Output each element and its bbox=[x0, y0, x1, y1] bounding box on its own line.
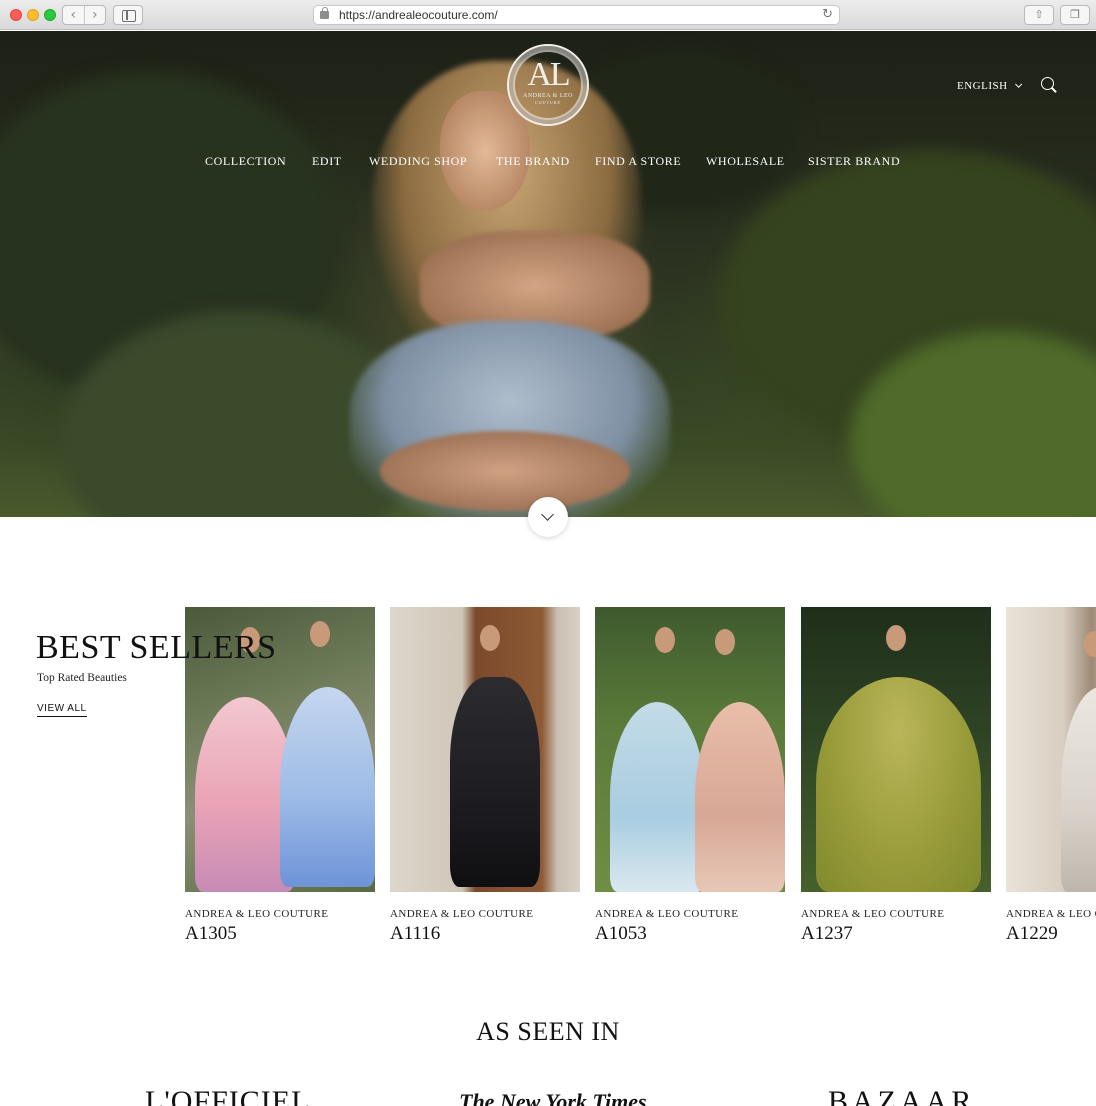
product-code[interactable]: A1116 bbox=[390, 923, 580, 945]
history-nav: ‹ › bbox=[62, 5, 106, 25]
product-card[interactable]: ANDREA & LEO COUTURE A1116 bbox=[390, 607, 580, 945]
logo-monogram: AL bbox=[527, 56, 570, 93]
nav-item-find-a-store[interactable]: FIND A STORE bbox=[595, 154, 681, 169]
address-bar[interactable]: https://andrealeocouture.com/ ↻ bbox=[313, 5, 840, 25]
product-code[interactable]: A1053 bbox=[595, 923, 785, 945]
view-all-link[interactable]: VIEW ALL bbox=[37, 703, 87, 717]
light-blue-gown bbox=[610, 702, 705, 892]
forward-button[interactable]: › bbox=[85, 6, 106, 24]
lock-icon bbox=[320, 7, 329, 19]
language-label: ENGLISH bbox=[957, 80, 1008, 92]
black-gown bbox=[450, 677, 540, 887]
back-button[interactable]: ‹ bbox=[63, 6, 85, 24]
blue-gown bbox=[280, 687, 375, 887]
blush-gown bbox=[695, 702, 785, 892]
green-gown bbox=[816, 677, 981, 892]
sidebar-toggle-icon[interactable] bbox=[113, 5, 143, 25]
product-card[interactable]: ANDREA & LEO COUTURE A1229 bbox=[1006, 607, 1096, 945]
logo-subtitle: COUTURE bbox=[535, 100, 561, 105]
url-text[interactable]: https://andrealeocouture.com/ bbox=[339, 8, 498, 22]
model-head bbox=[480, 625, 500, 651]
nav-item-wholesale[interactable]: WHOLESALE bbox=[706, 154, 785, 169]
best-sellers-subtitle: Top Rated Beauties bbox=[37, 672, 127, 684]
product-brand: ANDREA & LEO COUTURE bbox=[1006, 908, 1096, 920]
product-brand: ANDREA & LEO COUTURE bbox=[390, 908, 534, 920]
product-code[interactable]: A1305 bbox=[185, 923, 375, 945]
model-head bbox=[655, 627, 675, 653]
model-head bbox=[886, 625, 906, 651]
press-logo-bazaar: BAZAAR bbox=[828, 1085, 976, 1106]
language-selector[interactable]: ENGLISH bbox=[957, 79, 1022, 93]
product-card[interactable]: ANDREA & LEO COUTURE A1237 bbox=[801, 607, 991, 945]
product-code[interactable]: A1237 bbox=[801, 923, 991, 945]
model-head bbox=[310, 621, 330, 647]
product-image[interactable] bbox=[801, 607, 991, 892]
tabs-overview-icon[interactable]: ❐ bbox=[1060, 5, 1090, 25]
nav-item-wedding-shop[interactable]: WEDDING SHOP bbox=[369, 154, 467, 169]
share-icon[interactable]: ⇧ bbox=[1024, 5, 1054, 25]
nav-item-edit[interactable]: EDIT bbox=[312, 154, 342, 169]
zoom-window-button[interactable] bbox=[44, 9, 56, 21]
nav-item-the-brand[interactable]: THE BRAND bbox=[496, 154, 570, 169]
minimize-window-button[interactable] bbox=[27, 9, 39, 21]
product-brand: ANDREA & LEO COUTURE bbox=[185, 908, 329, 920]
main-nav: COLLECTION EDIT WEDDING SHOP THE BRAND F… bbox=[0, 154, 1096, 170]
brand-logo[interactable]: AL ANDREA & LEO COUTURE bbox=[507, 44, 589, 126]
ivory-gown bbox=[1061, 687, 1096, 892]
product-card[interactable]: ANDREA & LEO COUTURE A1053 bbox=[595, 607, 785, 945]
model-arms bbox=[380, 431, 630, 511]
nav-item-sister-brand[interactable]: SISTER BRAND bbox=[808, 154, 900, 169]
product-brand: ANDREA & LEO COUTURE bbox=[801, 908, 945, 920]
as-seen-in-title: AS SEEN IN bbox=[476, 1017, 620, 1046]
product-image[interactable] bbox=[390, 607, 580, 892]
model-head bbox=[1084, 631, 1096, 657]
product-code[interactable]: A1229 bbox=[1006, 923, 1096, 945]
press-logo-lofficiel: L'OFFICIEL bbox=[145, 1085, 311, 1106]
reload-icon[interactable]: ↻ bbox=[822, 7, 833, 23]
close-window-button[interactable] bbox=[10, 9, 22, 21]
search-icon[interactable] bbox=[1041, 77, 1057, 93]
best-sellers-title: BEST SELLERS bbox=[36, 629, 277, 666]
nav-item-collection[interactable]: COLLECTION bbox=[205, 154, 286, 169]
logo-name: ANDREA & LEO bbox=[523, 93, 573, 99]
product-brand: ANDREA & LEO COUTURE bbox=[595, 908, 739, 920]
product-image[interactable] bbox=[595, 607, 785, 892]
model-head bbox=[715, 629, 735, 655]
scroll-down-button[interactable] bbox=[528, 497, 568, 537]
press-logo-nyt: The New York Times bbox=[459, 1089, 647, 1106]
product-image[interactable] bbox=[1006, 607, 1096, 892]
browser-toolbar: ‹ › https://andrealeocouture.com/ ↻ ⇧ ❐ bbox=[0, 0, 1096, 30]
